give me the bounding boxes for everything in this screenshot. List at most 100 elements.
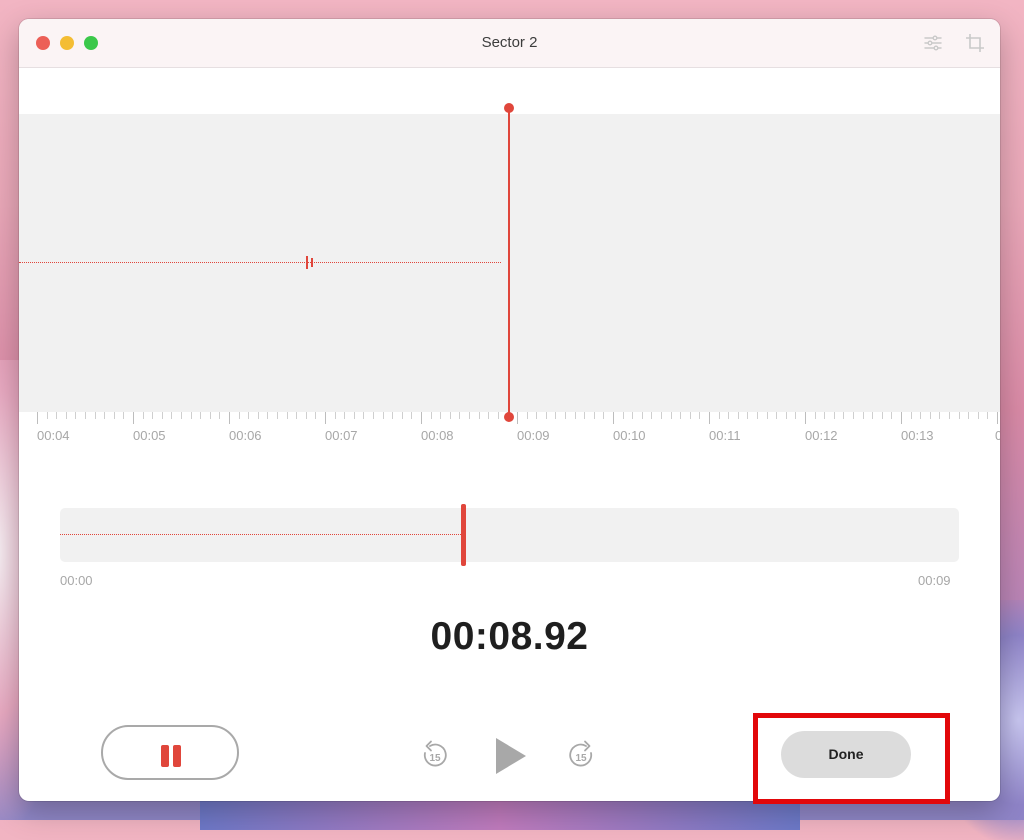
ruler-tick bbox=[574, 412, 576, 419]
ruler-tick bbox=[325, 412, 326, 424]
crop-icon[interactable] bbox=[965, 33, 985, 53]
ruler-tick bbox=[401, 412, 403, 419]
ruler-tick bbox=[977, 412, 979, 419]
waveform-peak bbox=[306, 256, 308, 269]
ruler-tick bbox=[286, 412, 288, 419]
pause-icon bbox=[161, 745, 169, 767]
ruler-label: 00:07 bbox=[325, 428, 358, 443]
ruler-tick bbox=[641, 412, 643, 419]
ruler-tick bbox=[123, 412, 125, 419]
ruler-tick bbox=[133, 412, 134, 424]
ruler-tick bbox=[104, 412, 106, 419]
ruler-tick bbox=[305, 412, 307, 419]
ruler-tick bbox=[344, 412, 346, 419]
voice-memos-window: Sector 2 00:04 00:05 00:06 00:07 00:08 00:09 0… bbox=[19, 19, 1000, 801]
ruler-tick bbox=[718, 412, 720, 419]
ruler-label: 00:11 bbox=[709, 428, 741, 443]
ruler-tick bbox=[334, 412, 336, 419]
ruler-tick bbox=[872, 412, 874, 419]
ruler-tick bbox=[459, 412, 461, 419]
ruler-tick bbox=[488, 412, 490, 419]
ruler-tick bbox=[699, 412, 701, 419]
scrubber-end-time: 00:09 bbox=[918, 573, 951, 588]
pause-recording-button[interactable] bbox=[101, 725, 239, 780]
skip-forward-icon: 15 bbox=[569, 740, 593, 767]
ruler-tick bbox=[901, 412, 902, 424]
playhead-top-handle[interactable] bbox=[504, 103, 514, 113]
ruler-tick bbox=[670, 412, 672, 419]
ruler-tick bbox=[363, 412, 365, 419]
ruler-tick bbox=[833, 412, 835, 419]
pause-icon bbox=[173, 745, 181, 767]
window-title: Sector 2 bbox=[481, 34, 538, 51]
title-bar: Sector 2 bbox=[19, 19, 1000, 68]
ruler-tick bbox=[814, 412, 816, 419]
ruler-tick bbox=[939, 412, 941, 419]
ruler-tick bbox=[968, 412, 970, 419]
ruler-tick bbox=[373, 412, 374, 419]
ruler-tick bbox=[737, 412, 739, 419]
ruler-tick bbox=[613, 412, 614, 424]
scrubber-waveform bbox=[60, 534, 461, 535]
ruler-label: 00:10 bbox=[613, 428, 646, 443]
ruler-label: 00:06 bbox=[229, 428, 262, 443]
ruler-tick bbox=[430, 412, 432, 419]
ruler-tick bbox=[392, 412, 394, 419]
ruler-tick bbox=[709, 412, 710, 424]
skip-back-seconds: 15 bbox=[429, 753, 441, 764]
ruler-tick bbox=[526, 412, 528, 419]
skip-back-icon: 15 bbox=[423, 740, 447, 767]
ruler-tick bbox=[469, 412, 470, 419]
ruler-tick bbox=[891, 412, 893, 419]
ruler-tick bbox=[545, 412, 547, 419]
ruler-tick bbox=[795, 412, 797, 419]
ruler-tick bbox=[949, 412, 950, 419]
ruler-tick bbox=[296, 412, 298, 419]
ruler-tick bbox=[449, 412, 451, 419]
ruler-tick bbox=[315, 412, 317, 419]
ruler-tick bbox=[152, 412, 154, 419]
ruler-tick bbox=[277, 412, 278, 419]
ruler-tick bbox=[209, 412, 211, 419]
ruler-tick bbox=[881, 412, 883, 419]
ruler-tick bbox=[862, 412, 864, 419]
sliders-icon[interactable] bbox=[923, 33, 943, 53]
ruler-tick bbox=[920, 412, 922, 419]
ruler-tick bbox=[593, 412, 595, 419]
ruler-tick bbox=[219, 412, 221, 419]
play-button[interactable] bbox=[493, 736, 529, 776]
ruler-tick bbox=[440, 412, 442, 419]
ruler-tick bbox=[785, 412, 787, 419]
ruler-tick bbox=[776, 412, 778, 419]
ruler-tick bbox=[267, 412, 269, 419]
overview-scrubber[interactable] bbox=[60, 504, 959, 566]
skip-back-15-button[interactable]: 15 bbox=[421, 740, 449, 770]
ruler-tick bbox=[257, 412, 259, 419]
ruler-tick bbox=[536, 412, 538, 419]
ruler-label: 00:13 bbox=[901, 428, 934, 443]
playhead[interactable] bbox=[508, 108, 510, 417]
ruler-tick bbox=[382, 412, 384, 419]
ruler-tick bbox=[805, 412, 806, 424]
scrubber-playhead[interactable] bbox=[460, 504, 466, 566]
ruler-label: 00:09 bbox=[517, 428, 550, 443]
ruler-tick bbox=[421, 412, 422, 424]
ruler-label: 0 bbox=[995, 428, 1000, 443]
playhead-bottom-handle[interactable] bbox=[504, 412, 514, 422]
ruler-label: 00:05 bbox=[133, 428, 166, 443]
skip-forward-seconds: 15 bbox=[575, 753, 587, 764]
ruler-tick bbox=[843, 412, 845, 419]
ruler-tick bbox=[85, 412, 86, 419]
ruler-tick bbox=[987, 412, 989, 419]
ruler-tick bbox=[689, 412, 691, 419]
ruler-tick bbox=[94, 412, 96, 419]
skip-forward-15-button[interactable]: 15 bbox=[567, 740, 595, 770]
ruler-tick bbox=[75, 412, 77, 419]
ruler-tick bbox=[353, 412, 355, 419]
ruler-tick bbox=[958, 412, 960, 419]
ruler-tick bbox=[497, 412, 499, 419]
ruler-tick bbox=[603, 412, 605, 419]
waveform-peak bbox=[311, 258, 313, 267]
ruler-tick bbox=[565, 412, 566, 419]
ruler-tick bbox=[728, 412, 730, 419]
